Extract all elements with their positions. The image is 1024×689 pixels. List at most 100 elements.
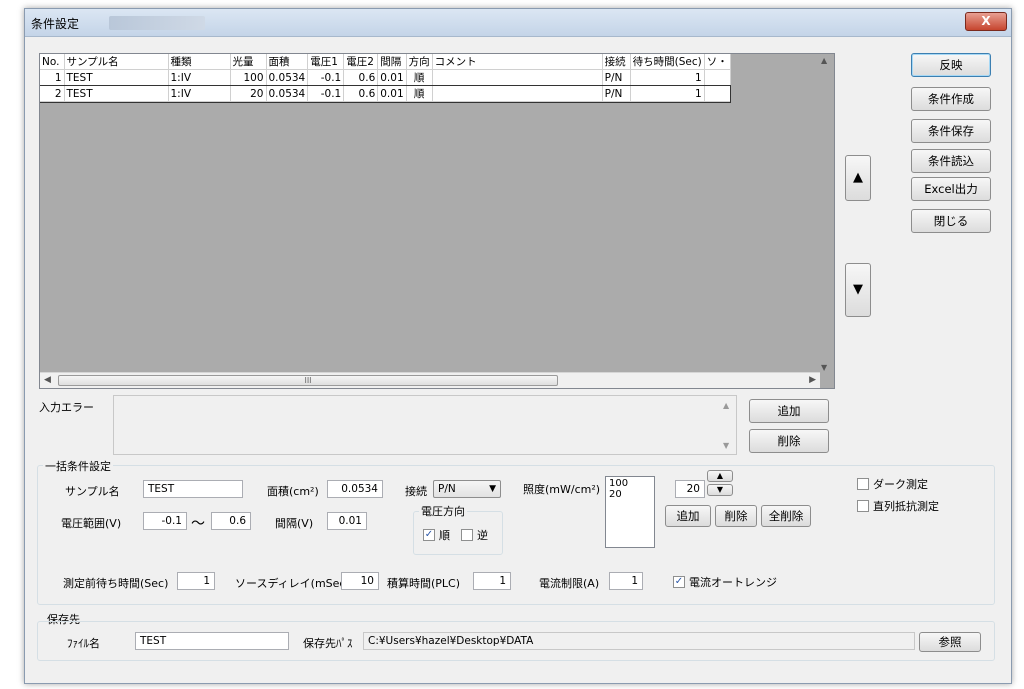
table-cell[interactable]: TEST [64,85,169,102]
grid-horizontal-scrollbar[interactable]: ◀ III ▶ [40,372,820,388]
table-cell[interactable]: P/N [602,69,631,86]
delete-row-button[interactable]: 削除 [749,429,829,453]
table-cell[interactable]: 1 [630,69,705,86]
illuminance-input[interactable]: 20 [675,480,705,498]
table-cell[interactable]: -0.1 [307,85,345,102]
file-name-input[interactable]: TEST [135,632,289,650]
interval-label: 間隔(V) [275,517,314,530]
scroll-down-arrow-icon[interactable]: ▼ [821,363,827,372]
illuminance-delete-all-button[interactable]: 全削除 [761,505,811,527]
grid-header-row: No. サンプル名 種類 光量 面積 電圧1 電圧2 間隔 方向 コメント 接続 待ち時間(Sec) ソ… [40,54,731,70]
table-cell[interactable]: 1 [40,69,65,86]
input-error-box [113,395,737,455]
grid-column-header[interactable]: 電圧2 [343,54,379,70]
series-resistance-checkbox[interactable]: 直列抵抗測定 [857,498,939,514]
table-row[interactable]: 1 TEST 1:IV 100 0.0534 -0.1 0.6 0.01 順 P/N 1 [40,69,731,86]
horizontal-scroll-thumb[interactable]: III [58,375,558,386]
table-cell[interactable]: -0.1 [307,69,345,86]
direction-forward-checkbox[interactable]: ✓ 順 [423,527,450,543]
grid-column-header[interactable]: 方向 [406,54,433,70]
current-limit-label: 電流制限(A) [539,577,600,590]
voltage-to-input[interactable]: 0.6 [211,512,251,530]
table-cell[interactable]: TEST [64,69,169,86]
current-limit-input[interactable]: 1 [609,572,643,590]
source-delay-input[interactable]: 10 [341,572,379,590]
grid-column-header[interactable]: 光量 [230,54,267,70]
table-cell[interactable]: 0.01 [377,85,407,102]
illuminance-up-button[interactable]: ▲ [707,470,733,482]
move-row-up-button[interactable]: ▲ [845,155,871,201]
grid-column-header[interactable]: No. [40,54,65,70]
apply-button[interactable]: 反映 [911,53,991,77]
illuminance-label: 照度(mW/cm²) [523,483,601,496]
table-cell[interactable] [432,69,603,86]
interval-input[interactable]: 0.01 [327,512,367,530]
title-bar[interactable]: 条件設定 X [25,9,1011,37]
series-resistance-box[interactable] [857,500,869,512]
illuminance-down-button[interactable]: ▼ [707,484,733,496]
close-button[interactable]: 閉じる [911,209,991,233]
dark-measure-box[interactable] [857,478,869,490]
table-cell[interactable]: 0.6 [343,69,379,86]
add-row-button[interactable]: 追加 [749,399,829,423]
connection-label: 接続 [405,485,427,498]
integration-time-input[interactable]: 1 [473,572,511,590]
table-cell[interactable]: P/N [602,85,631,102]
pre-wait-input[interactable]: 1 [177,572,215,590]
batch-settings-title: 一括条件設定 [43,458,113,474]
table-cell[interactable]: 0.0534 [266,69,309,86]
close-window-button[interactable]: X [965,12,1007,31]
table-cell[interactable]: 1 [630,85,705,102]
table-cell[interactable] [704,69,731,86]
create-condition-button[interactable]: 条件作成 [911,87,991,111]
sample-name-input[interactable]: TEST [143,480,243,498]
dark-measure-checkbox[interactable]: ダーク測定 [857,476,928,492]
connection-select[interactable]: P/N ▼ [433,480,501,498]
grid-vertical-scrollbar[interactable]: ▲ ▼ [818,54,834,374]
table-cell[interactable]: 1:IV [168,85,231,102]
auto-range-checkbox[interactable]: ✓ 電流オートレンジ [673,574,777,590]
table-cell[interactable]: 20 [230,85,267,102]
grid-column-header[interactable]: 接続 [602,54,631,70]
load-condition-button[interactable]: 条件読込 [911,149,991,173]
grid-column-header[interactable]: サンプル名 [64,54,169,70]
table-row[interactable]: 2 TEST 1:IV 20 0.0534 -0.1 0.6 0.01 順 P/N 1 [40,84,732,103]
table-cell[interactable]: 0.01 [377,69,407,86]
illuminance-list[interactable]: 100 20 [605,476,655,548]
scroll-left-arrow-icon[interactable]: ◀ [44,375,51,385]
grid-column-header[interactable]: 電圧1 [307,54,345,70]
table-cell[interactable]: 2 [40,85,65,102]
illuminance-add-button[interactable]: 追加 [665,505,711,527]
conditions-grid[interactable]: No. サンプル名 種類 光量 面積 電圧1 電圧2 間隔 方向 コメント 接続 待ち時間(Sec) ソ… [39,53,835,389]
grid-column-header[interactable]: 面積 [266,54,309,70]
error-scroll-up-icon: ▲ [723,401,730,410]
grid-column-header[interactable]: 種類 [168,54,231,70]
voltage-from-input[interactable]: -0.1 [143,512,187,530]
dark-measure-label: ダーク測定 [873,478,928,491]
illuminance-delete-button[interactable]: 削除 [715,505,757,527]
excel-export-button[interactable]: Excel出力 [911,177,991,201]
grid-column-header[interactable]: 待ち時間(Sec) [630,54,705,70]
table-cell[interactable]: 0.6 [343,85,379,102]
table-cell[interactable]: 順 [406,69,433,86]
browse-button[interactable]: 参照 [919,632,981,652]
table-cell[interactable]: 0.0534 [266,85,309,102]
direction-reverse-box[interactable] [461,529,473,541]
move-row-down-button[interactable]: ▼ [845,263,871,317]
grid-column-header[interactable]: 間隔 [377,54,407,70]
save-condition-button[interactable]: 条件保存 [911,119,991,143]
table-cell[interactable]: 100 [230,69,267,86]
connection-select-value: P/N [438,483,456,495]
table-cell[interactable]: 順 [406,85,433,102]
scroll-right-arrow-icon[interactable]: ▶ [809,375,816,385]
grid-column-header[interactable]: ソ・ [704,54,731,70]
grid-column-header[interactable]: コメント [432,54,603,70]
table-cell[interactable] [432,85,603,102]
direction-reverse-checkbox[interactable]: 逆 [461,527,488,543]
table-cell[interactable] [704,85,731,102]
table-cell[interactable]: 1:IV [168,69,231,86]
auto-range-box[interactable]: ✓ [673,576,685,588]
scroll-up-arrow-icon[interactable]: ▲ [821,56,827,65]
area-input[interactable]: 0.0534 [327,480,383,498]
direction-forward-box[interactable]: ✓ [423,529,435,541]
